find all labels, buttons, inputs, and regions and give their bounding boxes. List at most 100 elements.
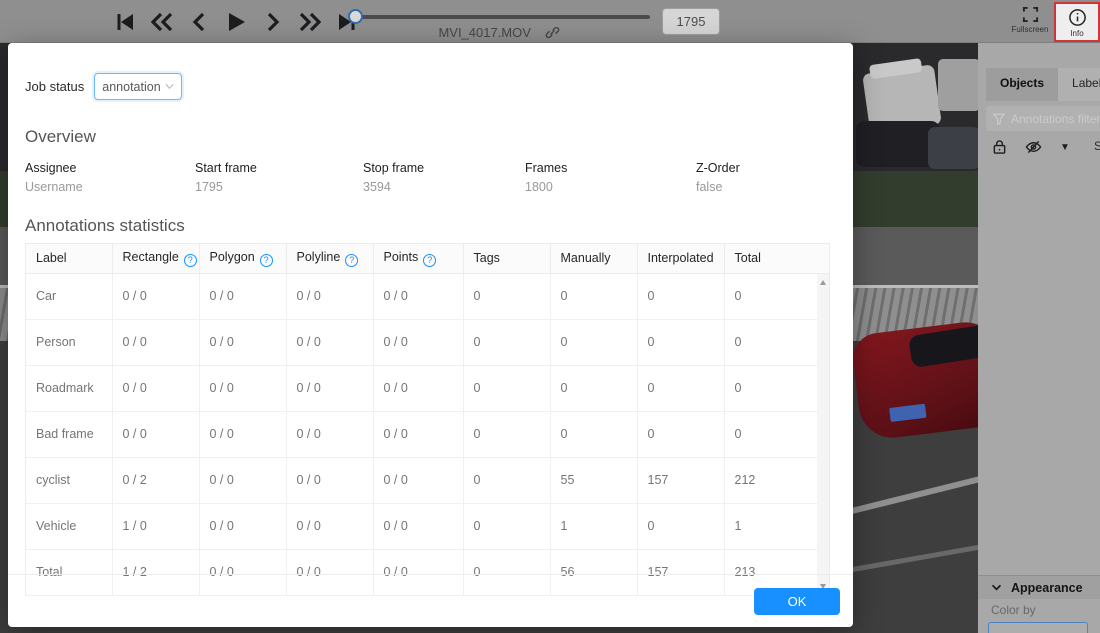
stat-cell: 1 xyxy=(724,503,829,549)
stat-cell: 0 xyxy=(724,365,829,411)
stat-cell: 0 xyxy=(550,365,637,411)
forward-button[interactable] xyxy=(297,8,323,36)
cvat-annotation-app: MVI_4017.MOV Fullscreen Info xyxy=(0,0,1100,633)
overview-field-value: false xyxy=(696,180,740,194)
stat-cell: 0 / 0 xyxy=(199,503,286,549)
tab-objects[interactable]: Objects xyxy=(986,68,1058,101)
question-circle-icon[interactable]: ? xyxy=(423,254,436,267)
expand-dropdown-icon[interactable]: ▼ xyxy=(1060,142,1070,153)
scroll-up-arrow[interactable] xyxy=(820,280,826,285)
stat-cell: 0 xyxy=(463,411,550,457)
stat-cell: 0 xyxy=(637,319,724,365)
question-circle-icon[interactable]: ? xyxy=(260,254,273,267)
video-dark-car xyxy=(928,127,978,169)
annotations-filter-input[interactable]: Annotations filter xyxy=(986,106,1100,131)
job-status-select[interactable]: annotation xyxy=(94,73,182,100)
overview-field-label: Frames xyxy=(525,161,696,175)
stat-cell: 0 / 0 xyxy=(373,457,463,503)
previous-frame-button[interactable] xyxy=(186,8,212,36)
row-label-cell: cyclist xyxy=(26,457,112,503)
table-row: Person0 / 00 / 00 / 00 / 00000 xyxy=(26,319,829,365)
stat-cell: 0 xyxy=(637,365,724,411)
stats-column-header: Points? xyxy=(373,244,463,273)
slider-track[interactable] xyxy=(356,15,650,19)
table-scrollbar[interactable] xyxy=(817,274,829,595)
stats-table-wrap: LabelRectangle?Polygon?Polyline?Points? T… xyxy=(25,243,830,596)
sidebar-tabs: ObjectsLabels xyxy=(986,68,1100,101)
tab-labels[interactable]: Labels xyxy=(1058,68,1100,101)
play-button[interactable] xyxy=(223,8,249,36)
stat-cell: 0 xyxy=(724,273,829,319)
stats-title: Annotations statistics xyxy=(25,216,836,236)
stat-cell: 0 xyxy=(550,411,637,457)
stat-cell: 0 xyxy=(463,273,550,319)
stats-column-header: Total xyxy=(724,244,829,273)
stats-column-header: Polyline? xyxy=(286,244,373,273)
stats-column-header: Label xyxy=(26,244,112,273)
hide-eye-icon[interactable] xyxy=(1025,139,1042,155)
link-icon[interactable] xyxy=(545,25,560,40)
overview-field: Stop frame3594 xyxy=(363,161,525,194)
stat-cell: 0 xyxy=(463,365,550,411)
video-lane-line xyxy=(842,472,978,517)
overview-field: AssigneeUsername xyxy=(25,161,195,194)
sidebar-icon-row: ▼ xyxy=(992,139,1100,155)
playback-controls xyxy=(112,0,360,43)
stat-cell: 0 / 0 xyxy=(199,365,286,411)
stats-column-header: Manually xyxy=(550,244,637,273)
modal-body: Job status annotation Overview AssigneeU… xyxy=(8,43,853,596)
overview-field-value: 1795 xyxy=(195,180,363,194)
backward-button[interactable] xyxy=(149,8,175,36)
frame-number-input[interactable] xyxy=(662,8,720,35)
objects-sidebar: ObjectsLabels Annotations filter ▼ S A xyxy=(978,43,1100,633)
row-label-cell: Person xyxy=(26,319,112,365)
stat-cell: 0 / 0 xyxy=(373,503,463,549)
lock-icon[interactable] xyxy=(992,139,1007,155)
stat-cell: 0 xyxy=(550,319,637,365)
table-row: Bad frame0 / 00 / 00 / 00 / 00000 xyxy=(26,411,829,457)
appearance-collapse-header[interactable]: Appearance xyxy=(978,575,1100,599)
video-gray-van xyxy=(938,59,978,111)
color-by-segmented-control[interactable] xyxy=(988,622,1088,633)
color-by-label: Color by xyxy=(991,603,1036,617)
first-frame-button[interactable] xyxy=(112,8,138,36)
video-license-plate xyxy=(889,404,926,422)
stat-cell: 0 / 2 xyxy=(112,457,199,503)
stat-cell: 1 / 0 xyxy=(112,503,199,549)
overview-field-label: Assignee xyxy=(25,161,195,175)
overview-field: Z-Orderfalse xyxy=(696,161,740,194)
stat-cell: 0 xyxy=(637,411,724,457)
frame-slider[interactable]: MVI_4017.MOV xyxy=(348,0,650,43)
table-row: Car0 / 00 / 00 / 00 / 00000 xyxy=(26,273,829,319)
job-status-label: Job status xyxy=(25,79,84,94)
chevron-down-icon xyxy=(991,584,1002,592)
job-status-row: Job status annotation xyxy=(25,73,836,100)
info-button[interactable]: Info xyxy=(1054,2,1100,42)
stat-cell: 0 / 0 xyxy=(199,457,286,503)
overview-field-value: 1800 xyxy=(525,180,696,194)
sort-control-cut[interactable]: S xyxy=(1094,139,1100,153)
slider-handle[interactable] xyxy=(348,9,363,24)
stats-column-header: Polygon? xyxy=(199,244,286,273)
stat-cell: 0 xyxy=(724,411,829,457)
video-red-car-windshield xyxy=(908,324,978,368)
stat-cell: 157 xyxy=(637,457,724,503)
next-frame-button[interactable] xyxy=(260,8,286,36)
stat-cell: 0 / 0 xyxy=(199,273,286,319)
question-circle-icon[interactable]: ? xyxy=(345,254,358,267)
stat-cell: 0 xyxy=(550,273,637,319)
question-circle-icon[interactable]: ? xyxy=(184,254,197,267)
overview-fields: AssigneeUsernameStart frame1795Stop fram… xyxy=(25,161,836,194)
stat-cell: 0 xyxy=(463,457,550,503)
filter-placeholder: Annotations filter xyxy=(1011,112,1100,126)
ok-button[interactable]: OK xyxy=(754,588,840,615)
stat-cell: 0 / 0 xyxy=(112,273,199,319)
stats-column-header: Rectangle? xyxy=(112,244,199,273)
player-toolbar: MVI_4017.MOV Fullscreen Info xyxy=(0,0,1100,43)
stat-cell: 0 xyxy=(637,503,724,549)
job-status-value: annotation xyxy=(102,80,160,94)
fullscreen-button[interactable]: Fullscreen xyxy=(1006,0,1054,34)
row-label-cell: Car xyxy=(26,273,112,319)
stats-table: LabelRectangle?Polygon?Polyline?Points? T… xyxy=(26,244,829,596)
stat-cell: 0 / 0 xyxy=(286,411,373,457)
